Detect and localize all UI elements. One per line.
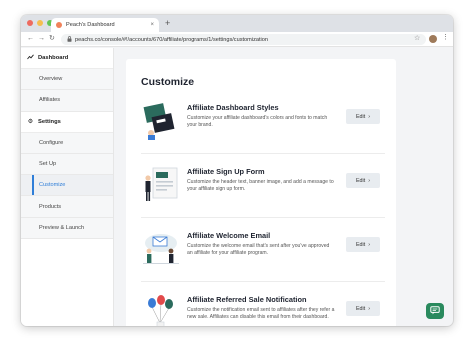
sidebar-item-customize[interactable]: Customize (21, 175, 113, 197)
row-description: Customize your affiliate dashboard's col… (187, 115, 328, 129)
row-title: Affiliate Dashboard Styles (187, 103, 279, 112)
sidebar-section-label: Dashboard (38, 55, 69, 61)
sidebar-section-settings[interactable]: ⚙ Settings (21, 111, 113, 133)
sidebar-item-overview[interactable]: Overview (21, 69, 113, 91)
edit-label: Edit (355, 305, 366, 312)
sidebar-item-set-up[interactable]: Set Up (21, 153, 113, 176)
chevron-right-icon: › (368, 305, 371, 312)
main-content: Customize Affiliate Dashboard Styles Cus… (114, 48, 453, 326)
row-title: Affiliate Welcome Email (187, 231, 271, 240)
back-icon[interactable]: ← (27, 34, 34, 44)
row-description: Customize the notification email sent to… (187, 307, 335, 321)
sign-up-form-illustration (141, 165, 181, 205)
sidebar-item-configure[interactable]: Configure (21, 132, 113, 154)
customize-row-welcome-email: Affiliate Welcome Email Customize the we… (141, 224, 385, 282)
sidebar-item-affiliates[interactable]: Affiliates (21, 90, 113, 112)
page-title: Customize (141, 76, 195, 88)
chevron-right-icon: › (368, 177, 371, 184)
reload-icon[interactable]: ↻ (49, 34, 55, 44)
address-bar[interactable]: peachs.co/console/#!/accounts/670/affili… (61, 34, 426, 45)
row-description: Customize the welcome email that's sent … (187, 243, 330, 257)
sidebar-item-products[interactable]: Products (21, 196, 113, 218)
sidebar-section-dashboard[interactable]: Dashboard (21, 48, 113, 69)
edit-referred-sale-notification-button[interactable]: Edit › (346, 301, 380, 316)
sidebar-item-preview-launch[interactable]: Preview & Launch (21, 217, 113, 240)
edit-sign-up-form-button[interactable]: Edit › (346, 173, 380, 188)
chat-button[interactable] (426, 303, 444, 319)
bookmark-star-icon[interactable]: ☆ (414, 34, 420, 44)
sidebar: Dashboard Overview Affiliates ⚙ Settings… (21, 48, 114, 326)
lock-icon (67, 35, 72, 44)
divider (141, 153, 385, 154)
row-description: Customize the header text, banner image,… (187, 179, 334, 193)
profile-avatar[interactable] (429, 35, 437, 43)
referred-sale-illustration (141, 293, 181, 326)
chart-icon (27, 54, 34, 62)
dashboard-styles-illustration (141, 101, 181, 141)
gear-icon: ⚙ (27, 119, 34, 126)
chevron-right-icon: › (368, 241, 371, 248)
url-text: peachs.co/console/#!/accounts/670/affili… (75, 36, 268, 43)
new-tab-button[interactable]: + (165, 18, 170, 28)
sidebar-section-label: Settings (38, 118, 61, 125)
row-title: Affiliate Sign Up Form (187, 167, 265, 176)
window-controls (27, 20, 53, 26)
chat-bubble-icon (430, 302, 440, 320)
close-window-button[interactable] (27, 20, 33, 26)
browser-menu-icon[interactable]: ⋮ (442, 33, 449, 43)
customize-card: Customize Affiliate Dashboard Styles Cus… (126, 59, 396, 326)
customize-row-dashboard-styles: Affiliate Dashboard Styles Customize you… (141, 96, 385, 154)
tab-title: Peach's Dashboard (66, 22, 115, 28)
edit-welcome-email-button[interactable]: Edit › (346, 237, 380, 252)
minimize-window-button[interactable] (37, 20, 43, 26)
edit-dashboard-styles-button[interactable]: Edit › (346, 109, 380, 124)
edit-label: Edit (355, 241, 366, 248)
edit-label: Edit (355, 113, 366, 120)
edit-label: Edit (355, 177, 366, 184)
divider (141, 217, 385, 218)
customize-row-sign-up-form: Affiliate Sign Up Form Customize the hea… (141, 160, 385, 218)
forward-icon[interactable]: → (38, 34, 45, 44)
row-title: Affiliate Referred Sale Notification (187, 295, 307, 304)
divider (141, 281, 385, 282)
chevron-right-icon: › (368, 113, 371, 120)
welcome-email-illustration (141, 229, 181, 269)
favicon-icon (56, 22, 62, 28)
browser-window: Peach's Dashboard × + ← → ↻ peachs.co/co… (21, 15, 453, 326)
customize-row-referred-sale-notification: Affiliate Referred Sale Notification Cus… (141, 288, 385, 326)
browser-tab[interactable]: Peach's Dashboard × (51, 18, 159, 32)
tab-bar: Peach's Dashboard × + (21, 15, 453, 32)
browser-toolbar: ← → ↻ peachs.co/console/#!/accounts/670/… (21, 32, 453, 47)
tab-close-icon[interactable]: × (150, 22, 154, 28)
